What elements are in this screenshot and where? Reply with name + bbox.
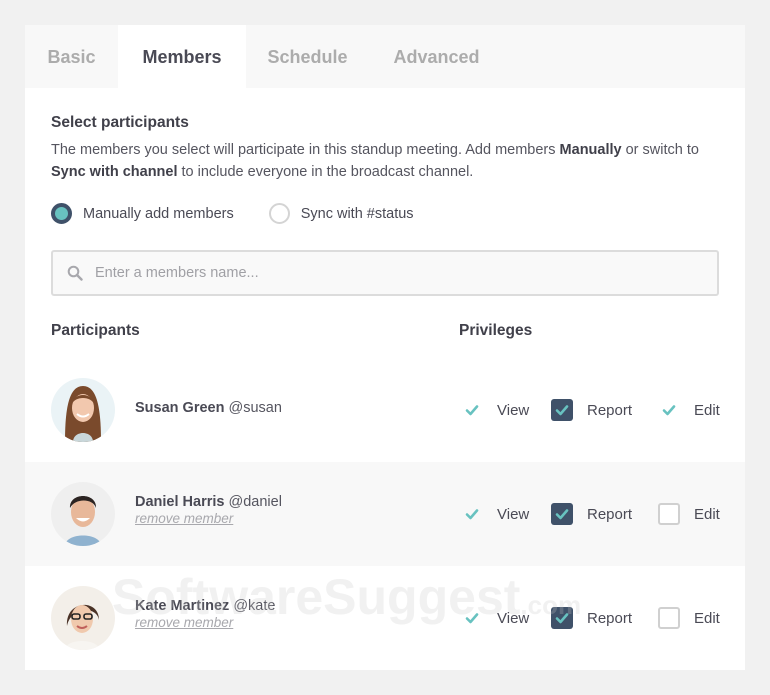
radio-manually-add[interactable]: Manually add members	[51, 203, 234, 224]
privilege-label: Edit	[694, 609, 720, 627]
checkbox-checked-icon[interactable]	[551, 607, 573, 629]
privilege-report[interactable]: Report	[551, 607, 658, 629]
privileges-column-header: Privileges	[459, 322, 533, 339]
desc-text: The members you select will participate …	[51, 142, 560, 158]
privilege-label: View	[497, 609, 530, 627]
check-icon[interactable]	[461, 399, 483, 421]
privilege-label: Report	[587, 609, 633, 627]
privilege-report[interactable]: Report	[551, 503, 658, 525]
checkbox-unchecked-icon[interactable]	[658, 503, 680, 525]
privilege-view[interactable]: View	[461, 399, 551, 421]
member-name: Susan Green	[135, 400, 225, 416]
member-row: Susan Green @susan View Report Edit	[25, 358, 745, 462]
avatar	[51, 586, 115, 650]
members-settings-panel: Basic Members Schedule Advanced Select p…	[25, 25, 745, 670]
privilege-edit[interactable]: Edit	[658, 399, 720, 421]
member-row: Kate Martinez @kate remove member View R…	[25, 566, 745, 670]
tab-members[interactable]: Members	[118, 25, 246, 88]
avatar	[51, 378, 115, 442]
radio-label: Sync with #status	[300, 205, 414, 222]
member-search-input[interactable]	[95, 265, 675, 281]
privilege-controls: View Report Edit	[461, 462, 720, 566]
tab-advanced[interactable]: Advanced	[369, 25, 504, 88]
privilege-report[interactable]: Report	[551, 399, 658, 421]
privilege-edit[interactable]: Edit	[658, 503, 720, 525]
mode-radio-group: Manually add members Sync with #status	[51, 203, 414, 224]
privilege-controls: View Report Edit	[461, 566, 720, 670]
remove-member-link[interactable]: remove member	[135, 511, 282, 526]
member-name: Daniel Harris	[135, 494, 225, 510]
tab-schedule[interactable]: Schedule	[246, 25, 369, 88]
privilege-view[interactable]: View	[461, 607, 551, 629]
member-handle: @daniel	[228, 494, 282, 510]
member-name-line: Kate Martinez @kate	[135, 598, 275, 614]
privilege-view[interactable]: View	[461, 503, 551, 525]
checkbox-checked-icon[interactable]	[551, 399, 573, 421]
desc-text: to include everyone in the broadcast cha…	[177, 164, 474, 180]
checkbox-checked-icon[interactable]	[551, 503, 573, 525]
privilege-label: Report	[587, 401, 633, 419]
desc-bold-manually: Manually	[559, 142, 622, 158]
desc-text: or switch to	[621, 142, 699, 158]
section-description: The members you select will participate …	[51, 139, 711, 183]
check-icon[interactable]	[461, 503, 483, 525]
remove-member-link[interactable]: remove member	[135, 615, 275, 630]
member-info: Kate Martinez @kate remove member	[135, 598, 275, 630]
member-row: Daniel Harris @daniel remove member View…	[25, 462, 745, 566]
check-icon[interactable]	[658, 399, 680, 421]
tab-basic[interactable]: Basic	[25, 25, 118, 88]
checkbox-unchecked-icon[interactable]	[658, 607, 680, 629]
avatar	[51, 482, 115, 546]
radio-label: Manually add members	[83, 205, 234, 222]
member-name: Kate Martinez	[135, 598, 230, 614]
member-name-line: Susan Green @susan	[135, 400, 282, 416]
privilege-label: Edit	[694, 401, 720, 419]
member-handle: @kate	[233, 598, 276, 614]
desc-bold-sync: Sync with channel	[51, 164, 178, 180]
check-icon[interactable]	[461, 607, 483, 629]
radio-unselected-icon[interactable]	[268, 203, 290, 224]
privilege-label: View	[497, 401, 530, 419]
tab-bar: Basic Members Schedule Advanced	[25, 25, 745, 88]
privilege-label: Report	[587, 505, 633, 523]
privilege-edit[interactable]: Edit	[658, 607, 720, 629]
section-title: Select participants	[51, 114, 189, 131]
search-icon	[67, 265, 83, 281]
member-info: Susan Green @susan	[135, 400, 282, 416]
radio-selected-icon[interactable]	[51, 203, 72, 224]
privilege-label: Edit	[694, 505, 720, 523]
privilege-controls: View Report Edit	[461, 358, 720, 462]
member-info: Daniel Harris @daniel remove member	[135, 494, 282, 526]
member-name-line: Daniel Harris @daniel	[135, 494, 282, 510]
member-handle: @susan	[228, 400, 282, 416]
privilege-label: View	[497, 505, 530, 523]
radio-sync-channel[interactable]: Sync with #status	[268, 203, 414, 224]
participants-column-header: Participants	[51, 322, 140, 339]
member-search-box[interactable]	[51, 250, 719, 296]
